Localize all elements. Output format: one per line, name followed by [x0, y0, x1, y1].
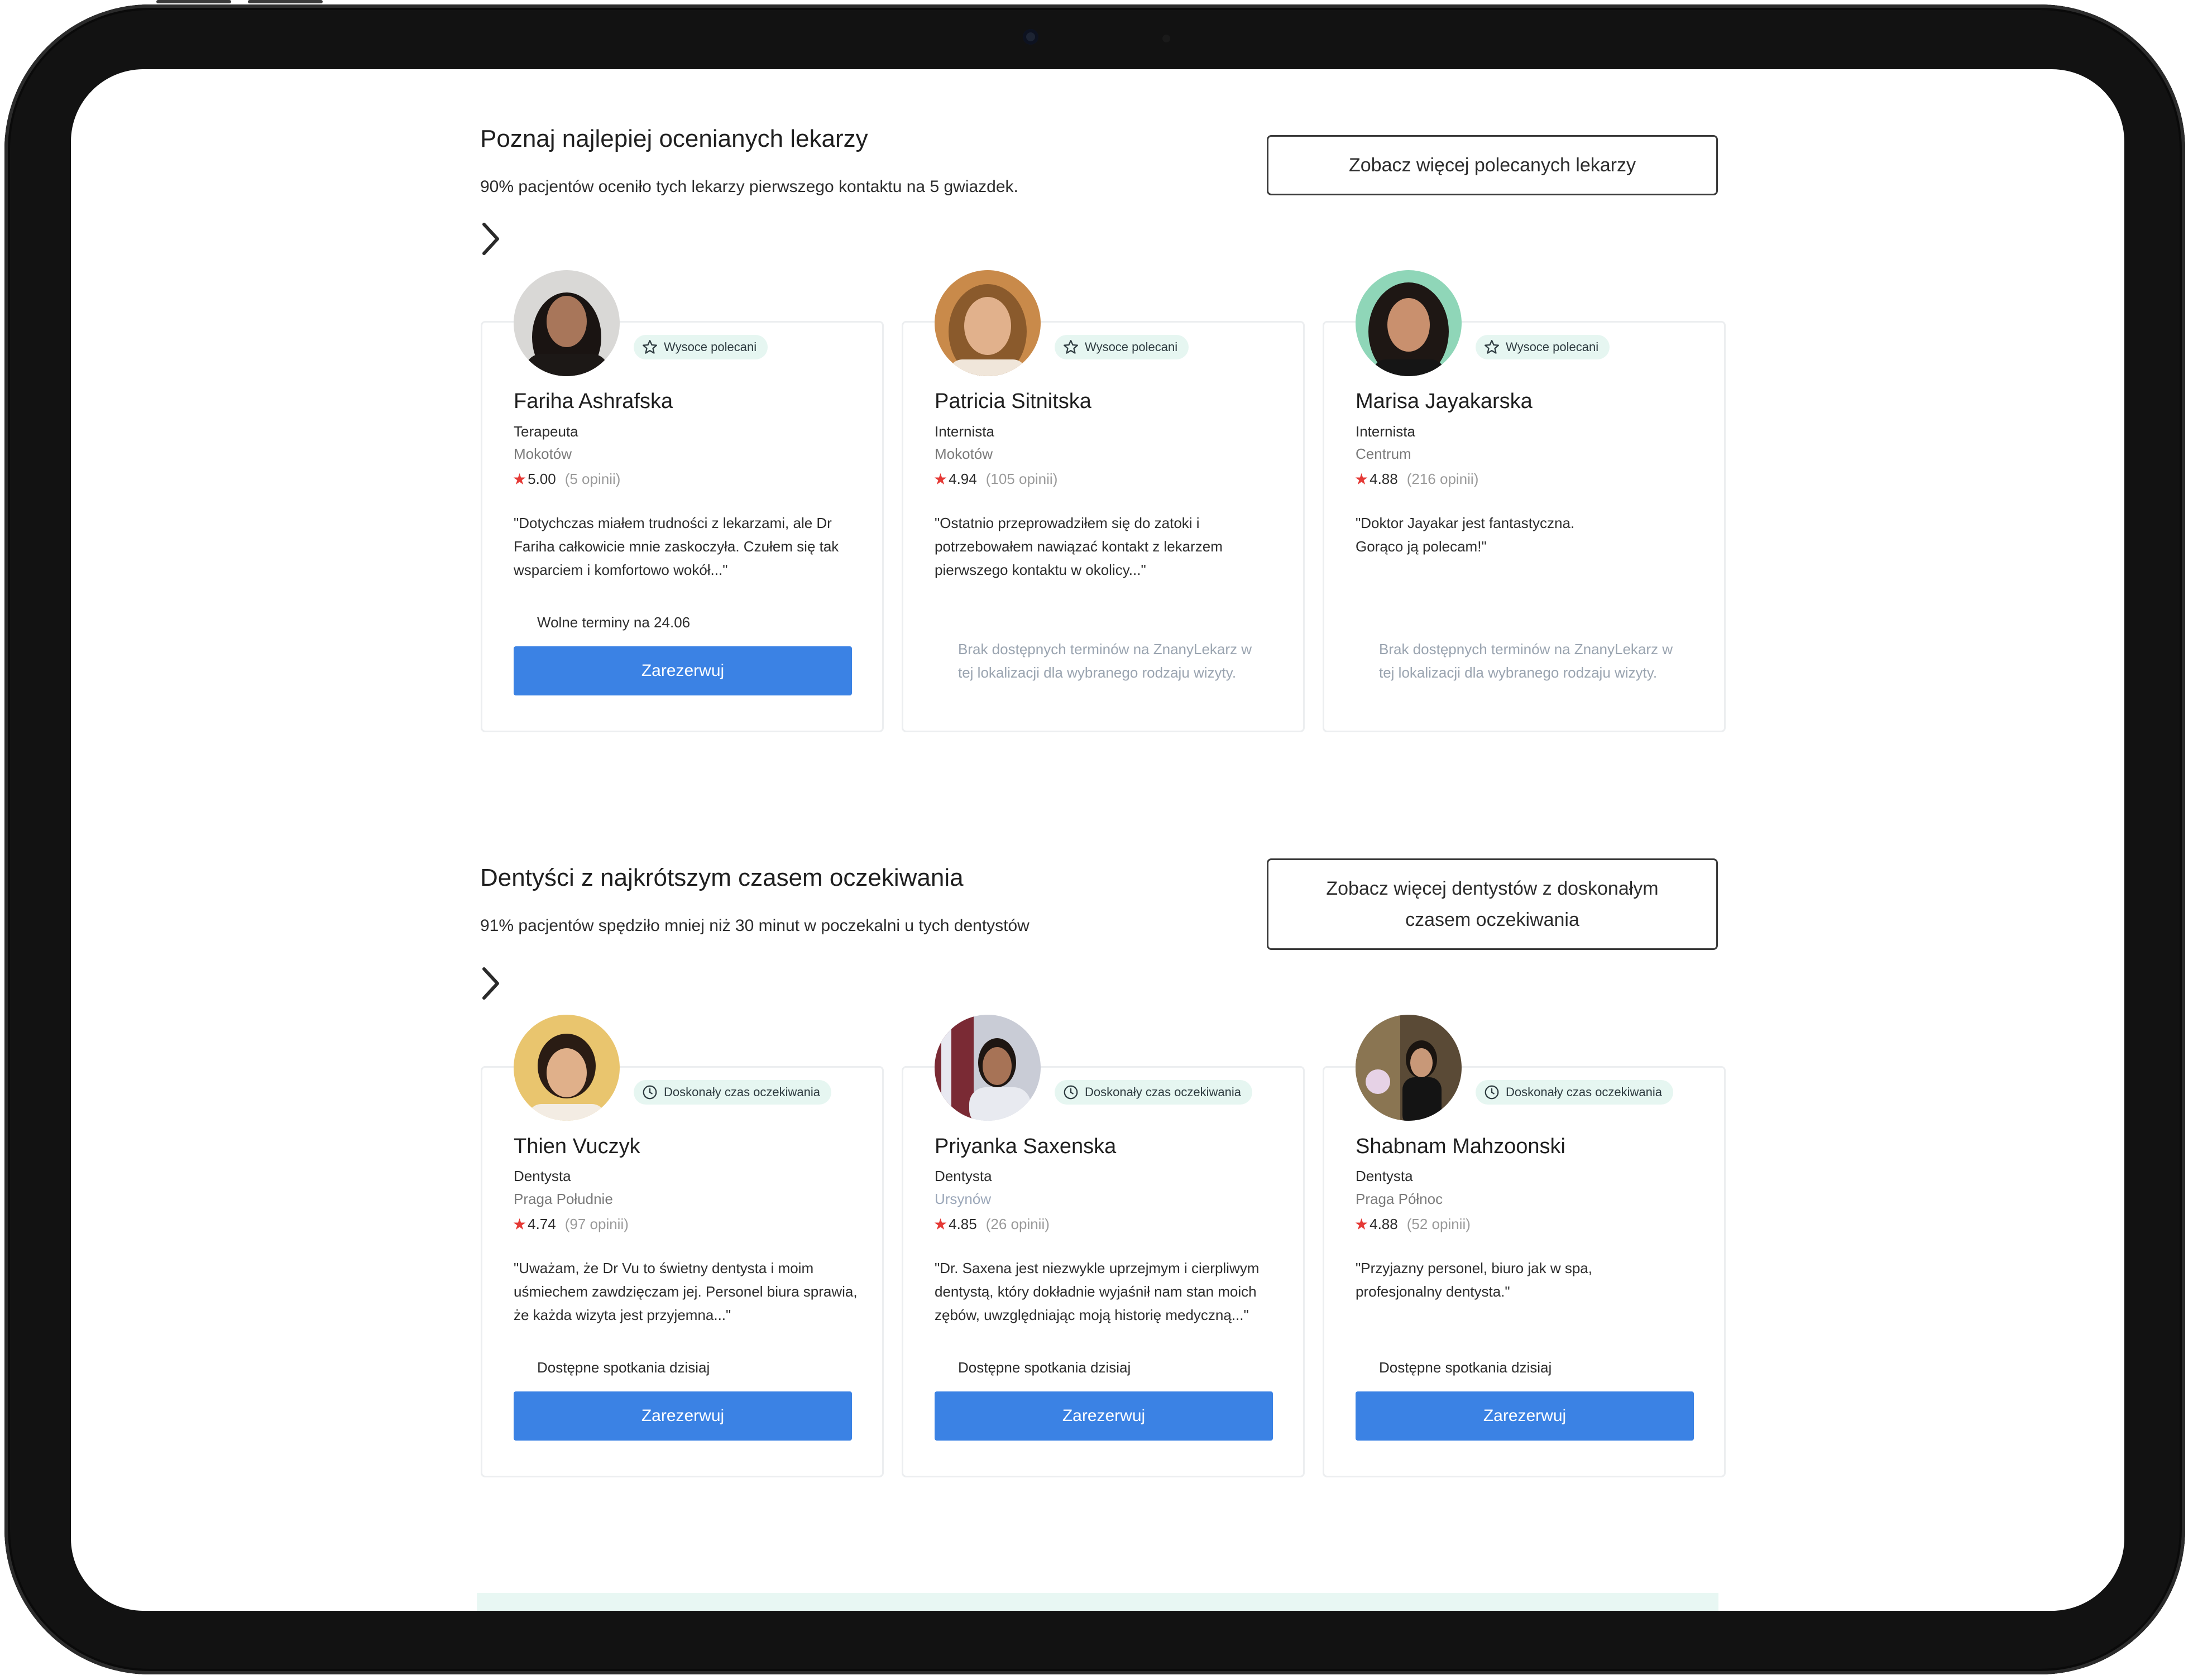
- doctor-name[interactable]: Marisa Jayakarska: [1356, 390, 1533, 414]
- availability-text: Dostępne spotkania dzisiaj: [537, 1359, 710, 1376]
- no-slots-text: Brak dostępnych terminów na ZnanyLekarz …: [958, 641, 1252, 681]
- star-icon: ★: [933, 1216, 948, 1233]
- see-more-dentists-button[interactable]: Zobacz więcej dentystów z doskonałym cza…: [1267, 858, 1718, 950]
- review-count[interactable]: (216 opinii): [1407, 471, 1479, 488]
- avatar: [935, 1015, 1041, 1121]
- doctor-name[interactable]: Patricia Sitnitska: [935, 390, 1091, 414]
- review-count[interactable]: (52 opinii): [1407, 1216, 1471, 1233]
- book-button[interactable]: Zarezerwuj: [935, 1391, 1273, 1441]
- doctor-name[interactable]: Priyanka Saxenska: [935, 1135, 1116, 1159]
- front-camera: [1023, 29, 1038, 45]
- badge-label: Wysoce polecani: [1085, 340, 1178, 354]
- clock-icon: [643, 1085, 657, 1100]
- doctor-location: Praga Północ: [1356, 1191, 1443, 1207]
- review-quote: "Dr. Saxena jest niezwykle uprzejmym i c…: [935, 1260, 1260, 1323]
- top-button-right: [248, 0, 323, 3]
- doctor-specialty: Dentysta: [514, 1168, 571, 1184]
- review-count[interactable]: (97 opinii): [565, 1216, 629, 1233]
- rating: ★ 4.85 (26 opinii): [933, 1215, 1050, 1233]
- wait-time-badge: Doskonały czas oczekiwania: [1476, 1080, 1674, 1105]
- badge-label: Doskonały czas oczekiwania: [1506, 1085, 1663, 1099]
- rating-value: 4.88: [1370, 471, 1398, 487]
- book-button[interactable]: Zarezerwuj: [514, 646, 852, 695]
- review-quote: "Uważam, że Dr Vu to świetny dentysta i …: [514, 1260, 858, 1323]
- rating-value: 4.85: [949, 1216, 977, 1232]
- avatar: [1356, 270, 1462, 376]
- screen: Poznaj najlepiej ocenianych lekarzy 90% …: [71, 69, 2124, 1611]
- highly-recommended-badge: Wysoce polecani: [634, 335, 768, 359]
- book-button[interactable]: Zarezerwuj: [514, 1391, 852, 1441]
- star-outline-icon: [643, 340, 657, 354]
- review-count[interactable]: (26 opinii): [986, 1216, 1050, 1233]
- clock-icon: [1485, 1085, 1499, 1100]
- doctor-location: Mokotów: [935, 445, 993, 462]
- star-outline-icon: [1064, 340, 1078, 354]
- availability-text: Wolne terminy na 24.06: [537, 614, 691, 631]
- review-count[interactable]: (105 opinii): [986, 471, 1058, 488]
- star-icon: ★: [933, 471, 948, 488]
- star-outline-icon: [1485, 340, 1499, 354]
- clock-icon: [1064, 1085, 1078, 1100]
- button-line: Zobacz więcej dentystów z doskonałym: [1326, 878, 1659, 899]
- review-quote: "Ostatnio przeprowadziłem się do zatoki …: [935, 515, 1223, 578]
- rating-value: 4.88: [1370, 1216, 1398, 1232]
- rating: ★ 4.88 (216 opinii): [1354, 470, 1478, 488]
- next-section-band: [477, 1593, 1718, 1611]
- review-count[interactable]: (5 opinii): [565, 471, 621, 488]
- badge-label: Doskonały czas oczekiwania: [1085, 1085, 1242, 1099]
- doctor-name[interactable]: Shabnam Mahzoonski: [1356, 1135, 1565, 1159]
- doctor-specialty: Terapeuta: [514, 423, 578, 440]
- see-more-doctors-button[interactable]: Zobacz więcej polecanych lekarzy: [1267, 135, 1718, 195]
- avatar: [1356, 1015, 1462, 1121]
- wait-time-badge: Doskonały czas oczekiwania: [1055, 1080, 1253, 1105]
- button-line: czasem oczekiwania: [1405, 909, 1579, 930]
- badge-label: Doskonały czas oczekiwania: [664, 1085, 821, 1099]
- star-icon: ★: [513, 1216, 527, 1233]
- availability-text: Dostępne spotkania dzisiaj: [1379, 1359, 1552, 1376]
- rating: ★ 4.88 (52 opinii): [1354, 1215, 1471, 1233]
- doctor-location: Ursynów: [935, 1191, 992, 1207]
- no-slots-text: Brak dostępnych terminów na ZnanyLekarz …: [1379, 641, 1673, 681]
- badge-label: Wysoce polecani: [664, 340, 757, 354]
- doctor-name[interactable]: Fariha Ashrafska: [514, 390, 673, 414]
- doctor-specialty: Dentysta: [935, 1168, 992, 1184]
- avatar: [514, 1015, 620, 1121]
- star-icon: ★: [1354, 1216, 1369, 1233]
- doctor-location: Centrum: [1356, 445, 1411, 462]
- doctor-name[interactable]: Thien Vuczyk: [514, 1135, 640, 1159]
- book-button[interactable]: Zarezerwuj: [1356, 1391, 1694, 1441]
- rating-value: 5.00: [528, 471, 556, 487]
- avatar: [935, 270, 1041, 376]
- star-icon: ★: [1354, 471, 1369, 488]
- review-quote: "Dotychczas miałem trudności z lekarzami…: [514, 515, 839, 578]
- doctor-specialty: Internista: [935, 423, 994, 440]
- avatar: [514, 270, 620, 376]
- top-button-left: [156, 0, 231, 3]
- section-title: Poznaj najlepiej ocenianych lekarzy: [480, 125, 868, 152]
- wait-time-badge: Doskonały czas oczekiwania: [634, 1080, 832, 1105]
- doctor-specialty: Dentysta: [1356, 1168, 1413, 1184]
- rating: ★ 5.00 (5 opinii): [513, 470, 620, 488]
- section-title: Dentyści z najkrótszym czasem oczekiwani…: [480, 864, 964, 891]
- doctor-specialty: Internista: [1356, 423, 1415, 440]
- doctor-location: Mokotów: [514, 445, 572, 462]
- rating: ★ 4.74 (97 opinii): [513, 1215, 629, 1233]
- chevron-right-icon[interactable]: [480, 221, 502, 257]
- highly-recommended-badge: Wysoce polecani: [1476, 335, 1610, 359]
- chevron-right-icon[interactable]: [480, 966, 502, 1001]
- sensor-dot: [1162, 35, 1170, 42]
- section-subtitle: 91% pacjentów spędziło mniej niż 30 minu…: [480, 916, 1030, 935]
- highly-recommended-badge: Wysoce polecani: [1055, 335, 1189, 359]
- availability-text: Dostępne spotkania dzisiaj: [958, 1359, 1131, 1376]
- review-quote: "Doktor Jayakar jest fantastyczna. Gorąc…: [1356, 515, 1575, 555]
- rating-value: 4.74: [528, 1216, 556, 1232]
- doctor-location: Praga Południe: [514, 1191, 613, 1207]
- star-icon: ★: [513, 471, 527, 488]
- badge-label: Wysoce polecani: [1506, 340, 1599, 354]
- rating-value: 4.94: [949, 471, 977, 487]
- rating: ★ 4.94 (105 opinii): [933, 470, 1057, 488]
- review-quote: "Przyjazny personel, biuro jak w spa, pr…: [1356, 1260, 1592, 1300]
- section-subtitle: 90% pacjentów oceniło tych lekarzy pierw…: [480, 177, 1018, 196]
